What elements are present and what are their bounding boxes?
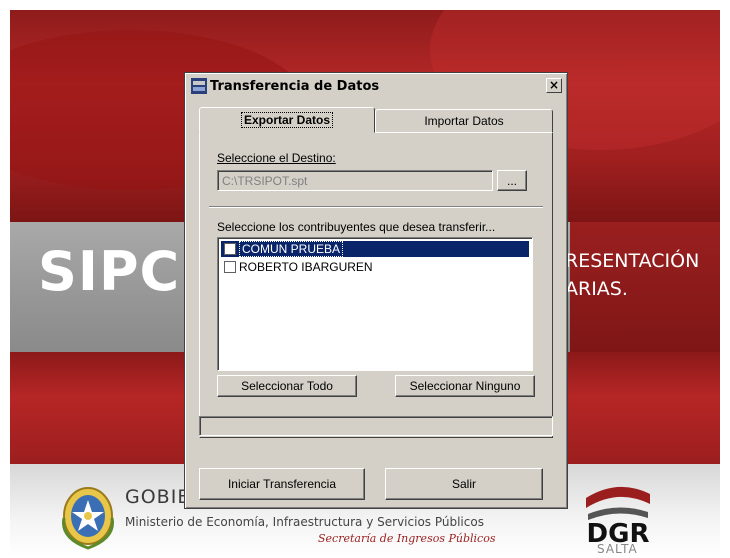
province-seal-icon xyxy=(62,487,114,550)
checkbox[interactable] xyxy=(224,261,236,273)
presentation-text: RESENTACIÓN xyxy=(565,250,700,272)
destination-path-field[interactable]: C:\TRSIPOT.spt xyxy=(217,170,493,191)
dialog-title: Transferencia de Datos xyxy=(210,78,380,94)
dialog-titlebar[interactable]: Transferencia de Datos × xyxy=(187,75,565,97)
browse-button[interactable]: ... xyxy=(497,170,527,191)
checkbox[interactable] xyxy=(224,243,236,255)
contributor-name: ROBERTO IBARGUREN xyxy=(239,260,373,274)
destination-label: Seleccione el Destino: xyxy=(217,151,336,165)
app-icon xyxy=(191,78,207,94)
ministry-text: Ministerio de Economía, Infraestructura … xyxy=(125,515,484,529)
presentation-text: ARIAS. xyxy=(565,278,628,300)
tab-exportar-datos[interactable]: Exportar Datos xyxy=(199,107,375,133)
contributor-name: COMUN PRUEBA xyxy=(239,241,344,257)
dgr-location-text: SALTA xyxy=(597,542,638,556)
secretaria-text: Secretaría de Ingresos Públicos xyxy=(318,532,496,545)
contributors-listbox[interactable]: COMUN PRUEBA ROBERTO IBARGUREN xyxy=(217,237,533,371)
tab-label: Exportar Datos xyxy=(240,112,334,128)
tab-label: Importar Datos xyxy=(424,114,504,128)
brand-text: SIPC xyxy=(38,240,181,303)
divider xyxy=(209,206,543,208)
list-item[interactable]: COMUN PRUEBA xyxy=(221,241,529,257)
tab-importar-datos[interactable]: Importar Datos xyxy=(375,109,553,133)
transfer-progress-bar xyxy=(199,416,553,436)
transfer-dialog: Transferencia de Datos × Exportar Datos … xyxy=(184,72,568,509)
start-transfer-button[interactable]: Iniciar Transferencia xyxy=(199,468,365,500)
contributors-label: Seleccione los contribuyentes que desea … xyxy=(217,220,496,234)
exit-button[interactable]: Salir xyxy=(385,468,543,500)
gobierno-text: GOBIE xyxy=(125,486,191,508)
close-button[interactable]: × xyxy=(546,78,562,93)
select-all-button[interactable]: Seleccionar Todo xyxy=(217,375,357,397)
select-none-button[interactable]: Seleccionar Ninguno xyxy=(395,375,535,397)
list-item[interactable]: ROBERTO IBARGUREN xyxy=(221,259,529,275)
destination-label-text: Seleccione el Destino: xyxy=(217,151,336,165)
